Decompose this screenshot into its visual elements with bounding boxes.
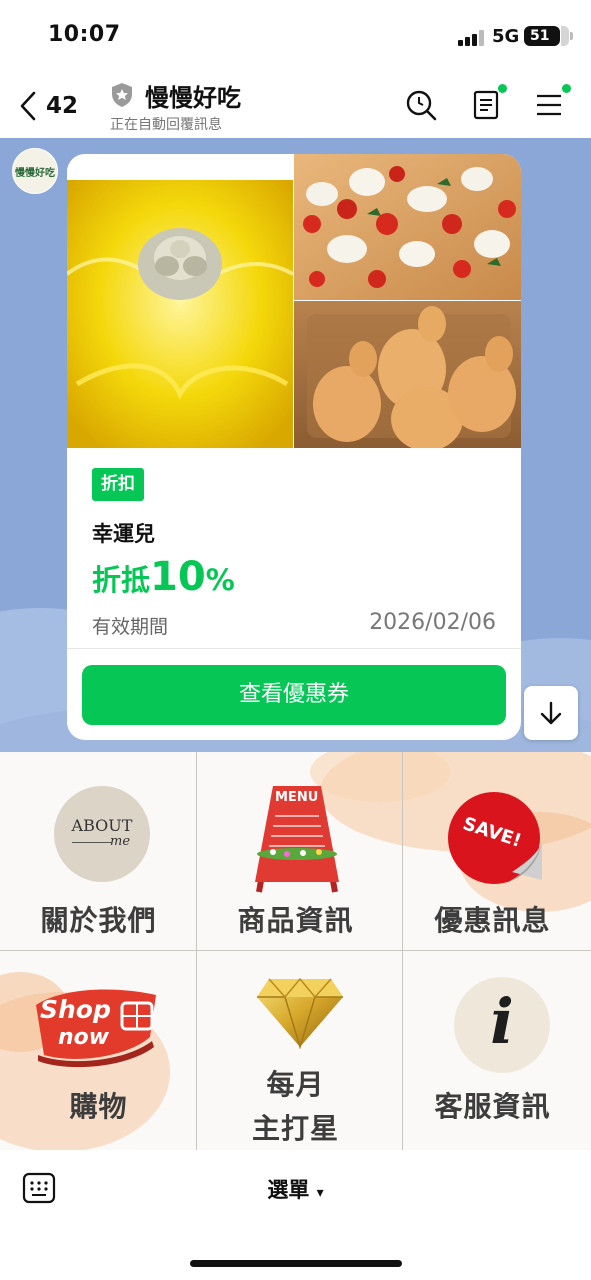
notes-icon	[473, 90, 499, 120]
shield-icon	[112, 83, 132, 107]
now-icon-text: now	[58, 1025, 110, 1050]
avatar[interactable]: 慢慢好吃	[12, 148, 58, 194]
menu-item-about[interactable]: ABOUT me 關於我們	[0, 752, 197, 951]
coupon-name: 幸運兒	[92, 522, 155, 546]
chat-header: 42 慢慢好吃 正在自動回覆訊息	[0, 74, 591, 138]
menu-item-label: 客服資訊	[434, 1090, 551, 1123]
home-indicator[interactable]	[190, 1260, 402, 1267]
shop-icon-text: Shop	[40, 995, 111, 1024]
menu-item-shop[interactable]: Shop now 購物	[0, 951, 197, 1150]
menu-item-promotions[interactable]: SAVE! 優惠訊息	[394, 752, 591, 951]
menu-item-label-line2: 主打星	[251, 1112, 339, 1145]
menu-item-monthly-star[interactable]: 每月 主打星	[197, 951, 394, 1150]
avatar-text: 慢慢好吃	[15, 167, 55, 179]
menu-board-text: MENU	[275, 790, 319, 805]
diamond-icon	[257, 977, 343, 1049]
caret-down-icon: ▾	[316, 1185, 324, 1201]
coupon-type-badge: 折扣	[92, 468, 144, 501]
status-time: 10:07	[48, 22, 121, 47]
menu-item-label: 商品資訊	[237, 904, 354, 937]
unread-count: 42	[46, 93, 79, 119]
coupon-discount: 折抵10%	[92, 554, 235, 600]
back-button[interactable]: 42	[18, 88, 78, 124]
signal-icon	[458, 30, 486, 46]
scroll-to-bottom-button[interactable]	[524, 686, 578, 740]
chat-title: 慢慢好吃	[145, 84, 241, 112]
battery-level: 51	[530, 28, 550, 44]
grid-divider	[0, 950, 591, 951]
notes-badge-dot	[498, 84, 507, 93]
menu-badge-dot	[562, 84, 571, 93]
info-icon: i	[454, 977, 550, 1073]
discount-value: 10	[150, 554, 206, 600]
rich-menu: ABOUT me 關於我們 MENU 商品資訊 SAVE! 優惠訊息 Shop …	[0, 752, 591, 1150]
grid-divider	[196, 752, 197, 1150]
coupon-card[interactable]: 折扣 幸運兒 折抵10% 有效期間 2026/02/06 查看優惠券	[67, 154, 521, 740]
menu-toggle-label: 選單	[267, 1178, 310, 1202]
search-icon[interactable]	[404, 88, 438, 122]
about-me-icon: ABOUT me	[54, 786, 150, 882]
about-icon-subtext: me	[110, 834, 131, 849]
validity-date: 2026/02/06	[369, 610, 496, 635]
status-bar: 10:07 5G 51	[0, 0, 591, 74]
menu-item-label: 優惠訊息	[434, 904, 551, 937]
rich-menu-toggle[interactable]: 選單 ▾	[0, 1174, 591, 1204]
view-coupon-button[interactable]: 查看優惠券	[82, 665, 506, 725]
battery-icon: 51	[524, 26, 573, 46]
menu-item-products[interactable]: MENU 商品資訊	[197, 752, 394, 951]
discount-unit: %	[205, 563, 235, 597]
menu-item-label: 關於我們	[40, 904, 157, 937]
validity-label: 有效期間	[92, 616, 169, 638]
discount-prefix: 折抵	[92, 563, 151, 597]
menu-item-customer-service[interactable]: i 客服資訊	[394, 951, 591, 1150]
network-type: 5G	[492, 26, 520, 47]
chevron-left-icon	[20, 91, 36, 121]
menu-item-label-line1: 每月	[266, 1068, 325, 1101]
chat-area[interactable]: 慢慢好吃 折扣 幸運兒 折抵10% 有效期間 2026/02/06 查看優惠券	[0, 138, 591, 752]
hamburger-menu-button[interactable]	[533, 84, 571, 122]
coupon-image	[67, 154, 521, 451]
bottom-bar: 選單 ▾	[0, 1150, 591, 1280]
notes-button[interactable]	[470, 84, 507, 122]
menu-item-label: 購物	[69, 1090, 128, 1123]
info-icon-glyph: i	[490, 985, 514, 1058]
arrow-down-icon	[540, 701, 562, 725]
card-divider	[67, 648, 521, 649]
grid-divider	[402, 752, 403, 1150]
chat-subtitle: 正在自動回覆訊息	[110, 117, 222, 133]
hamburger-icon	[537, 94, 561, 116]
about-icon-text: ABOUT	[71, 816, 133, 835]
